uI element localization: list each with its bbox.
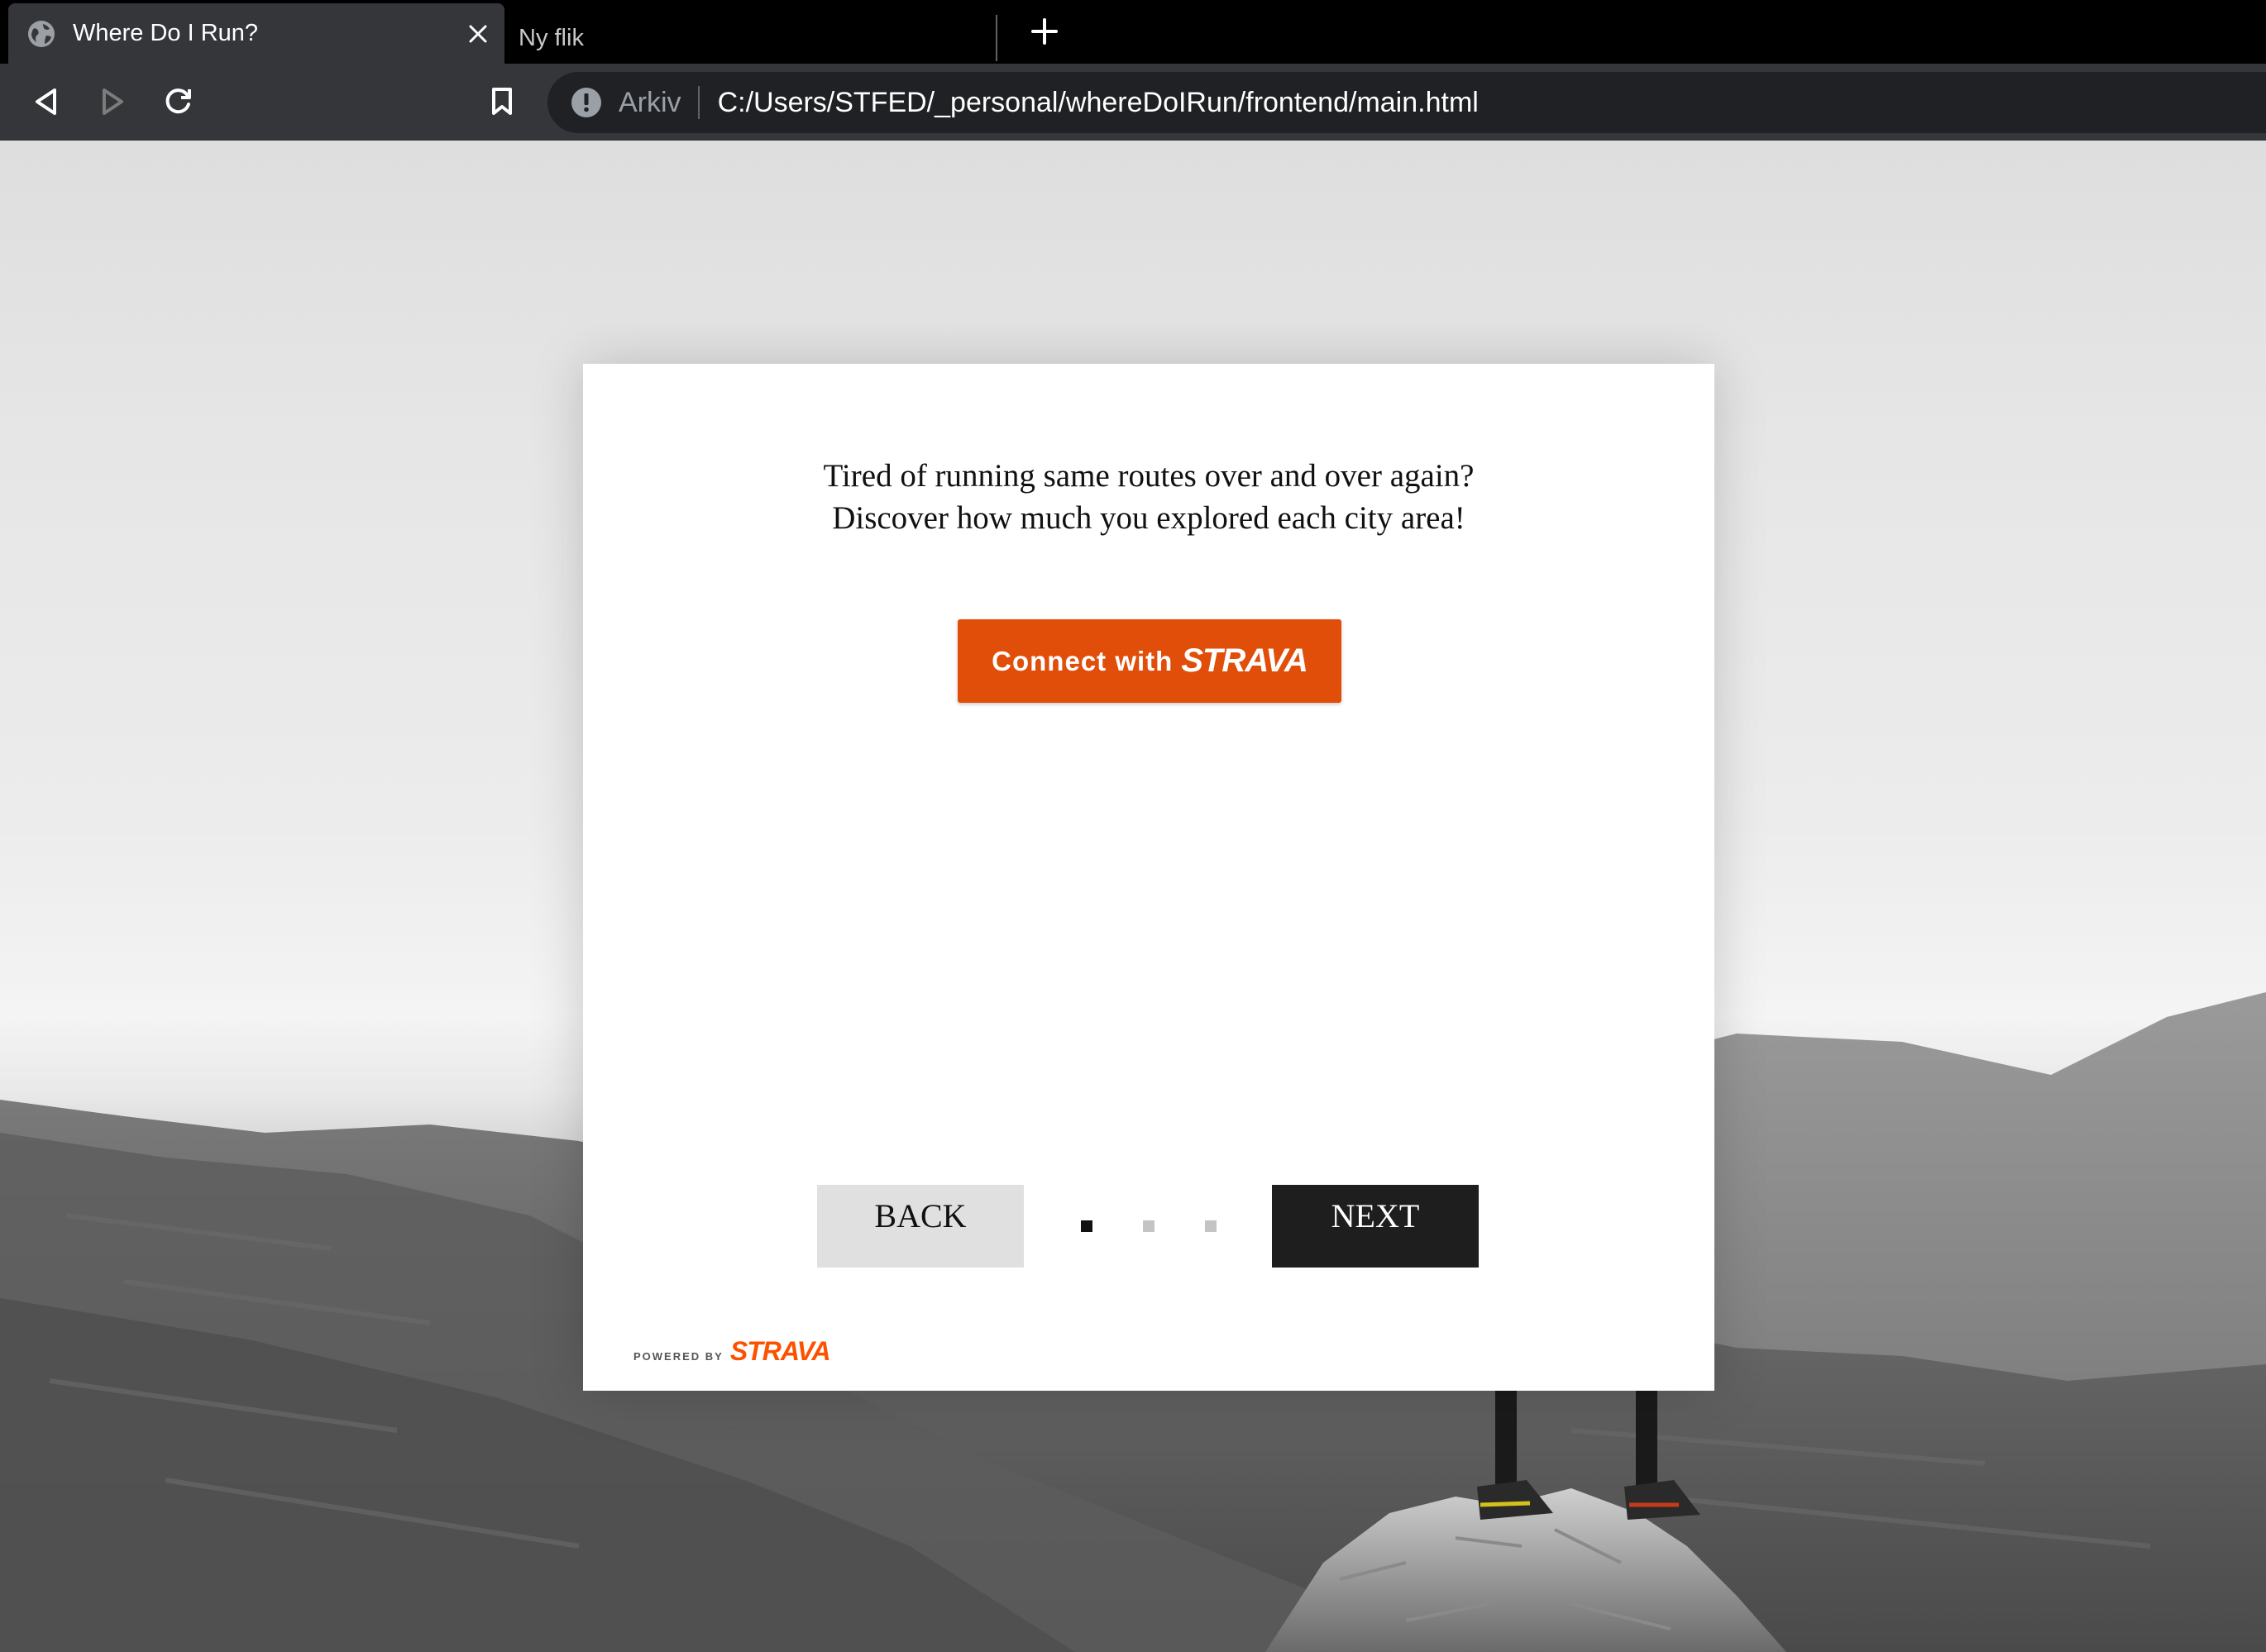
onboarding-card: Tired of running same routes over and ov…: [583, 364, 1714, 1391]
address-divider: [697, 86, 700, 119]
browser-window: Where Do I Run? Ny flik Arkiv C:/Users/S…: [0, 0, 2266, 1652]
strava-logo: STRAVA: [1181, 642, 1308, 679]
info-icon[interactable]: [571, 87, 602, 118]
bookmark-icon[interactable]: [480, 80, 523, 123]
powered-by-strava: POWERED BY STRAVA: [633, 1336, 831, 1367]
tab-title: Ny flik: [519, 24, 584, 51]
pager-dot-2[interactable]: [1143, 1220, 1155, 1232]
address-bar[interactable]: Arkiv C:/Users/STFED/_personal/whereDoIR…: [547, 72, 2266, 133]
tab-where-do-i-run[interactable]: Where Do I Run?: [8, 3, 504, 64]
back-arrow-icon[interactable]: [25, 80, 68, 123]
next-button[interactable]: NEXT: [1272, 1185, 1479, 1268]
url-text[interactable]: C:/Users/STFED/_personal/whereDoIRun/fro…: [718, 87, 1479, 119]
connect-with-strava-button[interactable]: Connect with STRAVA: [958, 619, 1341, 703]
powered-by-label: POWERED BY: [633, 1350, 724, 1363]
close-icon[interactable]: [463, 19, 493, 49]
intro-line-2: Discover how much you explored each city…: [832, 500, 1465, 536]
intro-text: Tired of running same routes over and ov…: [583, 455, 1714, 539]
tab-ny-flik[interactable]: Ny flik: [506, 15, 997, 61]
intro-line-1: Tired of running same routes over and ov…: [823, 458, 1475, 494]
page-viewport: Tired of running same routes over and ov…: [0, 141, 2266, 1652]
scheme-label: Arkiv: [619, 86, 681, 118]
tab-title: Where Do I Run?: [73, 20, 259, 46]
browser-toolbar: Arkiv C:/Users/STFED/_personal/whereDoIR…: [0, 64, 2266, 141]
strava-logo: STRAVA: [729, 1336, 831, 1366]
back-button[interactable]: BACK: [817, 1185, 1024, 1268]
globe-icon: [26, 19, 56, 49]
forward-arrow-icon[interactable]: [91, 80, 134, 123]
pager-dot-1[interactable]: [1081, 1220, 1092, 1232]
pager-dot-3[interactable]: [1205, 1220, 1217, 1232]
reload-icon[interactable]: [156, 80, 199, 123]
tab-strip: Where Do I Run? Ny flik: [0, 0, 2266, 64]
plus-icon[interactable]: [1028, 15, 1061, 48]
connect-label: Connect with: [992, 645, 1174, 676]
